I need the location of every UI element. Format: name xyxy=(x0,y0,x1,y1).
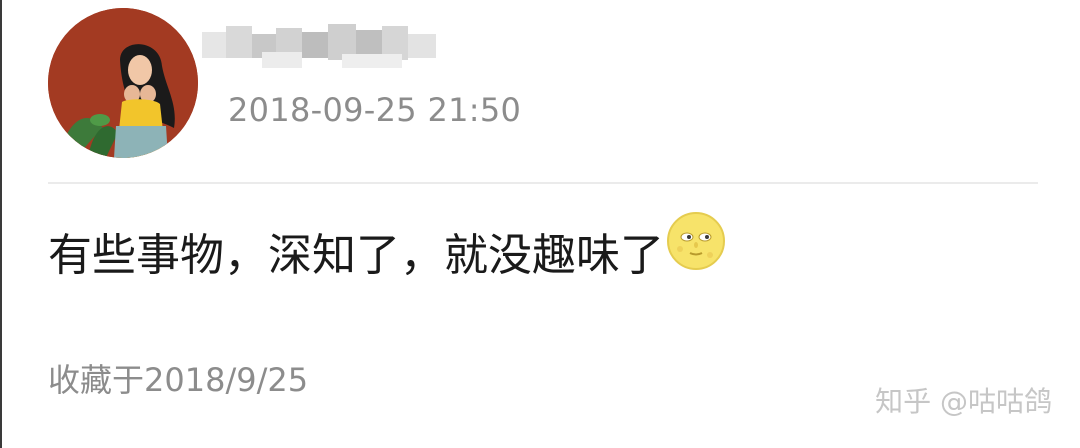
post-content: 有些事物，深知了，就没趣味了 xyxy=(48,212,726,288)
post-timestamp: 2018-09-25 21:50 xyxy=(228,91,522,129)
collected-date: 收藏于2018/9/25 xyxy=(48,361,309,399)
avatar-illustration xyxy=(48,8,198,158)
post-card: 2018-09-25 21:50 有些事物，深知了，就没趣味了 收藏于2018/… xyxy=(0,0,1080,448)
divider xyxy=(48,182,1038,184)
username-text xyxy=(202,6,203,7)
username-blurred[interactable] xyxy=(202,6,452,78)
blurred-username-image xyxy=(202,12,442,78)
post-text: 有些事物，深知了，就没趣味了 xyxy=(48,230,664,281)
watermark: 知乎 @咕咕鸽 xyxy=(875,385,1052,418)
avatar[interactable] xyxy=(48,8,198,158)
full-moon-with-face-icon xyxy=(666,211,726,271)
